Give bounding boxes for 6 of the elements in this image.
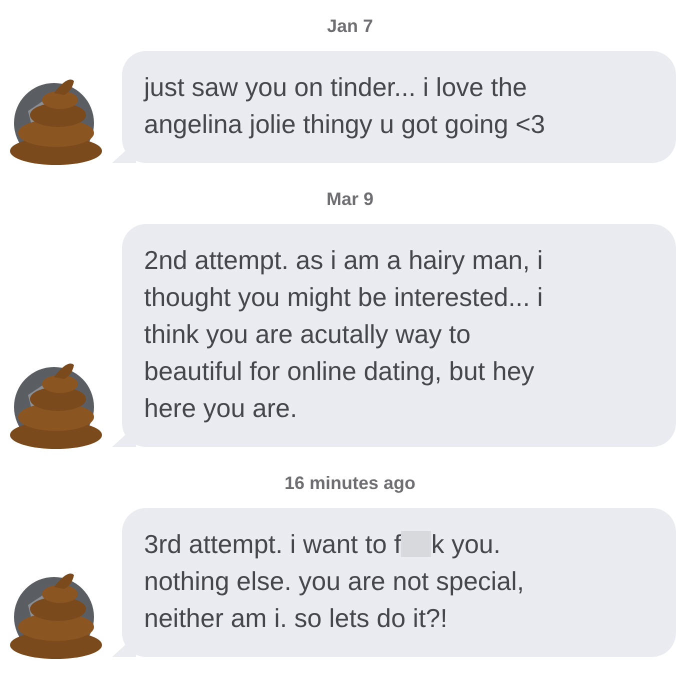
timestamp: Jan 7 bbox=[326, 16, 374, 37]
timestamp: Mar 9 bbox=[326, 189, 374, 210]
timestamp: 16 minutes ago bbox=[284, 473, 416, 494]
message-text: 2nd attempt. as i am a hairy man, i thought you might be interested... i think you are acutally way to beautiful for online dating, but hey here you are. bbox=[144, 244, 544, 425]
message-text: 3rd attempt. i want to f k you. nothing else. you are not special, neither am i. so lets do it?! bbox=[144, 528, 526, 635]
message-text: just saw you on tinder... i love the angelina jolie thingy u got going <3 bbox=[144, 71, 546, 141]
